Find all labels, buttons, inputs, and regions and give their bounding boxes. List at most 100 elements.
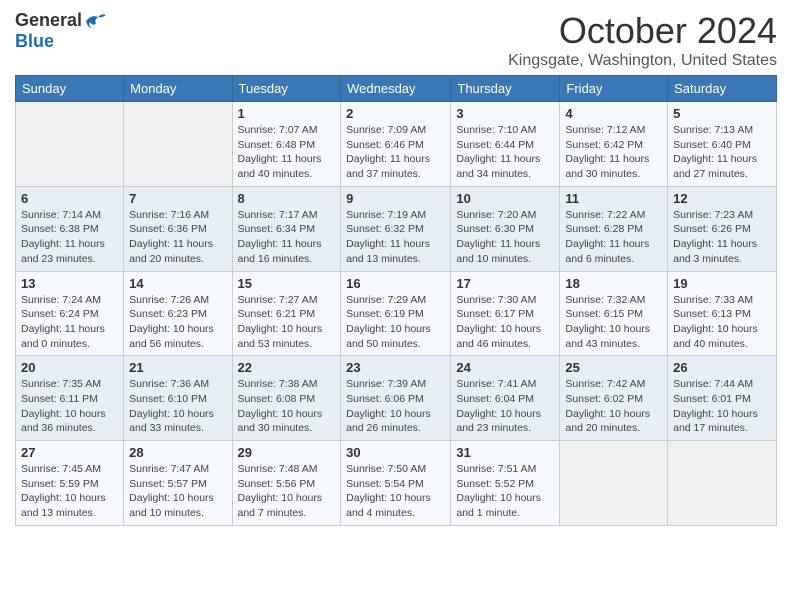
day-info: Sunrise: 7:51 AM Sunset: 5:52 PM Dayligh… [456, 462, 554, 521]
day-info: Sunrise: 7:48 AM Sunset: 5:56 PM Dayligh… [238, 462, 336, 521]
day-cell: 12Sunrise: 7:23 AM Sunset: 6:26 PM Dayli… [668, 186, 777, 271]
day-info: Sunrise: 7:14 AM Sunset: 6:38 PM Dayligh… [21, 208, 118, 267]
day-number: 24 [456, 360, 554, 375]
day-info: Sunrise: 7:12 AM Sunset: 6:42 PM Dayligh… [565, 123, 662, 182]
day-cell: 26 Sunrise: 7:44 AM Sunset: 6:01 PM Dayli… [668, 356, 777, 441]
week-row-1: 1Sunrise: 7:07 AM Sunset: 6:48 PM Daylig… [16, 102, 777, 187]
day-cell: 25 Sunrise: 7:42 AM Sunset: 6:02 PM Dayli… [560, 356, 668, 441]
day-cell: 22 Sunrise: 7:38 AM Sunset: 6:08 PM Dayli… [232, 356, 341, 441]
day-info: Sunrise: 7:13 AM Sunset: 6:40 PM Dayligh… [673, 123, 771, 182]
day-number: 9 [346, 191, 445, 206]
day-info: Sunrise: 7:47 AM Sunset: 5:57 PM Dayligh… [129, 462, 226, 521]
day-number: 11 [565, 191, 662, 206]
day-number: 25 [565, 360, 662, 375]
day-info: Sunrise: 7:38 AM Sunset: 6:08 PM Dayligh… [238, 377, 336, 436]
week-row-4: 20Sunrise: 7:35 AM Sunset: 6:11 PM Dayli… [16, 356, 777, 441]
day-cell: 30 Sunrise: 7:50 AM Sunset: 5:54 PM Dayli… [341, 441, 451, 526]
day-number: 16 [346, 276, 445, 291]
day-info: Sunrise: 7:41 AM Sunset: 6:04 PM Dayligh… [456, 377, 554, 436]
day-info: Sunrise: 7:39 AM Sunset: 6:06 PM Dayligh… [346, 377, 445, 436]
day-cell: 21 Sunrise: 7:36 AM Sunset: 6:10 PM Dayli… [124, 356, 232, 441]
header-thursday: Thursday [451, 76, 560, 102]
day-number: 21 [129, 360, 226, 375]
header-friday: Friday [560, 76, 668, 102]
day-cell: 6 Sunrise: 7:14 AM Sunset: 6:38 PM Daylig… [16, 186, 124, 271]
header-saturday: Saturday [668, 76, 777, 102]
day-info: Sunrise: 7:26 AM Sunset: 6:23 PM Dayligh… [129, 293, 226, 352]
day-cell: 19 Sunrise: 7:33 AM Sunset: 6:13 PM Dayli… [668, 271, 777, 356]
day-number: 30 [346, 445, 445, 460]
logo: General Blue [15, 10, 106, 52]
day-number: 26 [673, 360, 771, 375]
day-info: Sunrise: 7:24 AM Sunset: 6:24 PM Dayligh… [21, 293, 118, 352]
day-number: 4 [565, 106, 662, 121]
day-cell: 31 Sunrise: 7:51 AM Sunset: 5:52 PM Dayli… [451, 441, 560, 526]
day-number: 6 [21, 191, 118, 206]
day-number: 7 [129, 191, 226, 206]
logo-general-text: General [15, 10, 82, 31]
day-number: 8 [238, 191, 336, 206]
day-number: 10 [456, 191, 554, 206]
day-cell: 4 Sunrise: 7:12 AM Sunset: 6:42 PM Daylig… [560, 102, 668, 187]
day-cell [560, 441, 668, 526]
day-info: Sunrise: 7:42 AM Sunset: 6:02 PM Dayligh… [565, 377, 662, 436]
page-header: General Blue October 2024 Kingsgate, Was… [15, 10, 777, 70]
day-cell: 29 Sunrise: 7:48 AM Sunset: 5:56 PM Dayli… [232, 441, 341, 526]
day-cell: 24 Sunrise: 7:41 AM Sunset: 6:04 PM Dayli… [451, 356, 560, 441]
day-cell [668, 441, 777, 526]
location-title: Kingsgate, Washington, United States [508, 52, 777, 70]
day-number: 19 [673, 276, 771, 291]
day-info: Sunrise: 7:22 AM Sunset: 6:28 PM Dayligh… [565, 208, 662, 267]
day-info: Sunrise: 7:32 AM Sunset: 6:15 PM Dayligh… [565, 293, 662, 352]
title-section: October 2024 Kingsgate, Washington, Unit… [508, 10, 777, 70]
week-row-3: 13Sunrise: 7:24 AM Sunset: 6:24 PM Dayli… [16, 271, 777, 356]
day-number: 14 [129, 276, 226, 291]
header-row: SundayMondayTuesdayWednesdayThursdayFrid… [16, 76, 777, 102]
day-number: 31 [456, 445, 554, 460]
month-title: October 2024 [508, 10, 777, 52]
day-number: 28 [129, 445, 226, 460]
day-info: Sunrise: 7:45 AM Sunset: 5:59 PM Dayligh… [21, 462, 118, 521]
day-number: 18 [565, 276, 662, 291]
day-info: Sunrise: 7:19 AM Sunset: 6:32 PM Dayligh… [346, 208, 445, 267]
day-info: Sunrise: 7:35 AM Sunset: 6:11 PM Dayligh… [21, 377, 118, 436]
day-cell: 20Sunrise: 7:35 AM Sunset: 6:11 PM Dayli… [16, 356, 124, 441]
day-cell: 3Sunrise: 7:10 AM Sunset: 6:44 PM Daylig… [451, 102, 560, 187]
day-cell [124, 102, 232, 187]
day-cell: 11 Sunrise: 7:22 AM Sunset: 6:28 PM Dayli… [560, 186, 668, 271]
day-cell: 15Sunrise: 7:27 AM Sunset: 6:21 PM Dayli… [232, 271, 341, 356]
day-info: Sunrise: 7:17 AM Sunset: 6:34 PM Dayligh… [238, 208, 336, 267]
day-number: 22 [238, 360, 336, 375]
day-info: Sunrise: 7:50 AM Sunset: 5:54 PM Dayligh… [346, 462, 445, 521]
day-cell [16, 102, 124, 187]
day-cell: 16Sunrise: 7:29 AM Sunset: 6:19 PM Dayli… [341, 271, 451, 356]
header-sunday: Sunday [16, 76, 124, 102]
day-number: 29 [238, 445, 336, 460]
day-cell: 5 Sunrise: 7:13 AM Sunset: 6:40 PM Daylig… [668, 102, 777, 187]
day-number: 3 [456, 106, 554, 121]
day-number: 17 [456, 276, 554, 291]
day-cell: 17 Sunrise: 7:30 AM Sunset: 6:17 PM Dayli… [451, 271, 560, 356]
header-wednesday: Wednesday [341, 76, 451, 102]
logo-bird-icon [84, 12, 106, 30]
day-cell: 23Sunrise: 7:39 AM Sunset: 6:06 PM Dayli… [341, 356, 451, 441]
day-cell: 7 Sunrise: 7:16 AM Sunset: 6:36 PM Daylig… [124, 186, 232, 271]
day-info: Sunrise: 7:44 AM Sunset: 6:01 PM Dayligh… [673, 377, 771, 436]
day-cell: 10Sunrise: 7:20 AM Sunset: 6:30 PM Dayli… [451, 186, 560, 271]
day-cell: 2Sunrise: 7:09 AM Sunset: 6:46 PM Daylig… [341, 102, 451, 187]
day-cell: 28 Sunrise: 7:47 AM Sunset: 5:57 PM Dayli… [124, 441, 232, 526]
day-number: 2 [346, 106, 445, 121]
day-info: Sunrise: 7:16 AM Sunset: 6:36 PM Dayligh… [129, 208, 226, 267]
day-info: Sunrise: 7:30 AM Sunset: 6:17 PM Dayligh… [456, 293, 554, 352]
day-number: 1 [238, 106, 336, 121]
week-row-2: 6 Sunrise: 7:14 AM Sunset: 6:38 PM Daylig… [16, 186, 777, 271]
day-info: Sunrise: 7:33 AM Sunset: 6:13 PM Dayligh… [673, 293, 771, 352]
header-tuesday: Tuesday [232, 76, 341, 102]
calendar-header: SundayMondayTuesdayWednesdayThursdayFrid… [16, 76, 777, 102]
day-cell: 27Sunrise: 7:45 AM Sunset: 5:59 PM Dayli… [16, 441, 124, 526]
header-monday: Monday [124, 76, 232, 102]
day-info: Sunrise: 7:23 AM Sunset: 6:26 PM Dayligh… [673, 208, 771, 267]
day-cell: 1Sunrise: 7:07 AM Sunset: 6:48 PM Daylig… [232, 102, 341, 187]
day-number: 5 [673, 106, 771, 121]
day-info: Sunrise: 7:36 AM Sunset: 6:10 PM Dayligh… [129, 377, 226, 436]
